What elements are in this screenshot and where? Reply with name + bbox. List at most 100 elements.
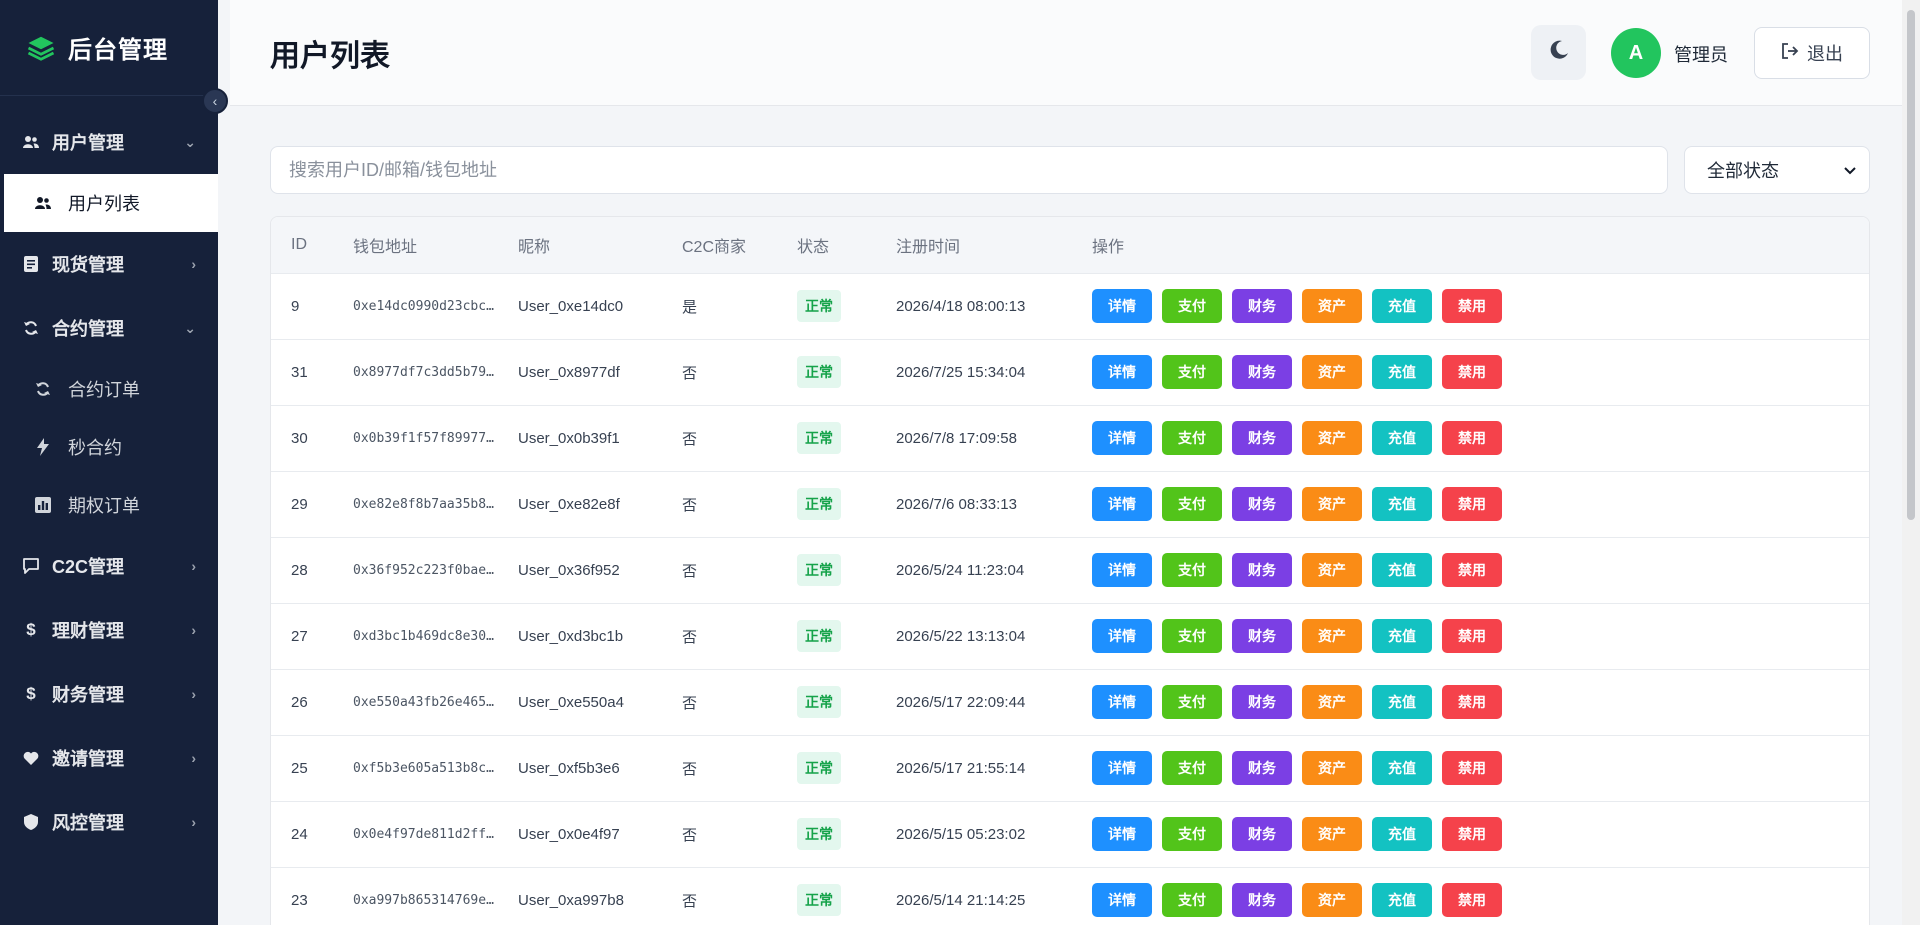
finance-button[interactable]: 财务 xyxy=(1232,685,1292,719)
avatar[interactable]: A xyxy=(1611,28,1661,78)
detail-button[interactable]: 详情 xyxy=(1092,619,1152,653)
ban-button[interactable]: 禁用 xyxy=(1442,553,1502,587)
pay-button[interactable]: 支付 xyxy=(1162,289,1222,323)
detail-button[interactable]: 详情 xyxy=(1092,289,1152,323)
ban-button[interactable]: 禁用 xyxy=(1442,685,1502,719)
recharge-button[interactable]: 充值 xyxy=(1372,553,1432,587)
asset-button[interactable]: 资产 xyxy=(1302,883,1362,918)
recharge-button[interactable]: 充值 xyxy=(1372,619,1432,653)
filter-bar: 全部状态 xyxy=(270,146,1902,194)
cell-status: 正常 xyxy=(777,405,876,471)
pay-button[interactable]: 支付 xyxy=(1162,421,1222,455)
sidebar-group-invite[interactable]: 邀请管理 › xyxy=(0,726,218,790)
ban-button[interactable]: 禁用 xyxy=(1442,751,1502,785)
pay-button[interactable]: 支付 xyxy=(1162,685,1222,719)
lightning-icon xyxy=(34,438,52,456)
column-header[interactable]: 钱包地址 xyxy=(333,217,498,273)
finance-button[interactable]: 财务 xyxy=(1232,553,1292,587)
sidebar-group-users[interactable]: 用户管理 ⌄ xyxy=(0,110,218,174)
asset-button[interactable]: 资产 xyxy=(1302,619,1362,653)
asset-button[interactable]: 资产 xyxy=(1302,289,1362,323)
sidebar-group-risk[interactable]: 风控管理 › xyxy=(0,790,218,854)
status-select[interactable]: 全部状态 xyxy=(1684,146,1870,194)
ban-button[interactable]: 禁用 xyxy=(1442,487,1502,521)
cell-nickname: User_0x36f952 xyxy=(518,561,620,579)
asset-button[interactable]: 资产 xyxy=(1302,421,1362,455)
recharge-button[interactable]: 充值 xyxy=(1372,817,1432,851)
finance-button[interactable]: 财务 xyxy=(1232,289,1292,323)
detail-button[interactable]: 详情 xyxy=(1092,685,1152,719)
detail-button[interactable]: 详情 xyxy=(1092,751,1152,785)
ban-button[interactable]: 禁用 xyxy=(1442,355,1502,389)
pay-button[interactable]: 支付 xyxy=(1162,619,1222,653)
detail-button[interactable]: 详情 xyxy=(1092,355,1152,389)
detail-button[interactable]: 详情 xyxy=(1092,487,1152,521)
sidebar-item-option-orders[interactable]: 期权订单 xyxy=(0,476,218,534)
search-input[interactable] xyxy=(270,146,1668,194)
cell-c2c-merchant: 否 xyxy=(682,364,698,382)
detail-button[interactable]: 详情 xyxy=(1092,421,1152,455)
column-header[interactable]: 昵称 xyxy=(498,217,662,273)
asset-button[interactable]: 资产 xyxy=(1302,685,1362,719)
ban-button[interactable]: 禁用 xyxy=(1442,421,1502,455)
sync-icon xyxy=(34,380,52,398)
recharge-button[interactable]: 充值 xyxy=(1372,883,1432,918)
recharge-button[interactable]: 充值 xyxy=(1372,355,1432,389)
sidebar-group-label: 现货管理 xyxy=(52,255,124,275)
cell-status: 正常 xyxy=(777,273,876,339)
sidebar-group-wealth[interactable]: $ 理财管理 › xyxy=(0,598,218,662)
sidebar-group-finance[interactable]: $ 财务管理 › xyxy=(0,662,218,726)
logout-button[interactable]: 退出 xyxy=(1754,27,1870,79)
recharge-button[interactable]: 充值 xyxy=(1372,487,1432,521)
finance-button[interactable]: 财务 xyxy=(1232,817,1292,851)
recharge-button[interactable]: 充值 xyxy=(1372,289,1432,323)
column-header[interactable]: C2C商家 xyxy=(662,217,777,273)
detail-button[interactable]: 详情 xyxy=(1092,817,1152,851)
brand[interactable]: 后台管理 xyxy=(0,0,218,96)
pay-button[interactable]: 支付 xyxy=(1162,355,1222,389)
cell-actions: 详情 支付 财务 资产 充值 禁用 xyxy=(1072,801,1869,867)
sidebar-item-contract-orders[interactable]: 合约订单 xyxy=(0,360,218,418)
asset-button[interactable]: 资产 xyxy=(1302,487,1362,521)
pay-button[interactable]: 支付 xyxy=(1162,883,1222,918)
ban-button[interactable]: 禁用 xyxy=(1442,817,1502,851)
pay-button[interactable]: 支付 xyxy=(1162,487,1222,521)
finance-button[interactable]: 财务 xyxy=(1232,421,1292,455)
sidebar-item-second-contract[interactable]: 秒合约 xyxy=(0,418,218,476)
finance-button[interactable]: 财务 xyxy=(1232,487,1292,521)
asset-button[interactable]: 资产 xyxy=(1302,817,1362,851)
finance-button[interactable]: 财务 xyxy=(1232,751,1292,785)
pay-button[interactable]: 支付 xyxy=(1162,553,1222,587)
theme-toggle-button[interactable] xyxy=(1531,25,1586,80)
cell-id: 29 xyxy=(291,495,308,513)
finance-button[interactable]: 财务 xyxy=(1232,883,1292,918)
asset-button[interactable]: 资产 xyxy=(1302,355,1362,389)
ban-button[interactable]: 禁用 xyxy=(1442,883,1502,918)
recharge-button[interactable]: 充值 xyxy=(1372,421,1432,455)
sidebar-item-user-list[interactable]: 用户列表 xyxy=(4,174,218,232)
sidebar-group-c2c[interactable]: C2C管理 › xyxy=(0,534,218,598)
sidebar-group-spot[interactable]: 现货管理 › xyxy=(0,232,218,296)
asset-button[interactable]: 资产 xyxy=(1302,553,1362,587)
page-scrollbar[interactable] xyxy=(1902,0,1920,925)
pay-button[interactable]: 支付 xyxy=(1162,817,1222,851)
detail-button[interactable]: 详情 xyxy=(1092,553,1152,587)
column-header[interactable]: 注册时间 xyxy=(876,217,1072,273)
ban-button[interactable]: 禁用 xyxy=(1442,619,1502,653)
finance-button[interactable]: 财务 xyxy=(1232,355,1292,389)
sync-icon xyxy=(22,319,40,337)
column-header[interactable]: 状态 xyxy=(777,217,876,273)
scrollbar-thumb[interactable] xyxy=(1907,10,1915,520)
detail-button[interactable]: 详情 xyxy=(1092,883,1152,918)
sidebar-group-contract[interactable]: 合约管理 ⌄ xyxy=(0,296,218,360)
pay-button[interactable]: 支付 xyxy=(1162,751,1222,785)
finance-button[interactable]: 财务 xyxy=(1232,619,1292,653)
chevron-right-icon: › xyxy=(191,622,196,638)
users-icon xyxy=(22,133,40,151)
ban-button[interactable]: 禁用 xyxy=(1442,289,1502,323)
asset-button[interactable]: 资产 xyxy=(1302,751,1362,785)
sidebar-group-label: 财务管理 xyxy=(52,685,124,705)
recharge-button[interactable]: 充值 xyxy=(1372,685,1432,719)
column-header[interactable]: ID xyxy=(271,217,333,273)
recharge-button[interactable]: 充值 xyxy=(1372,751,1432,785)
